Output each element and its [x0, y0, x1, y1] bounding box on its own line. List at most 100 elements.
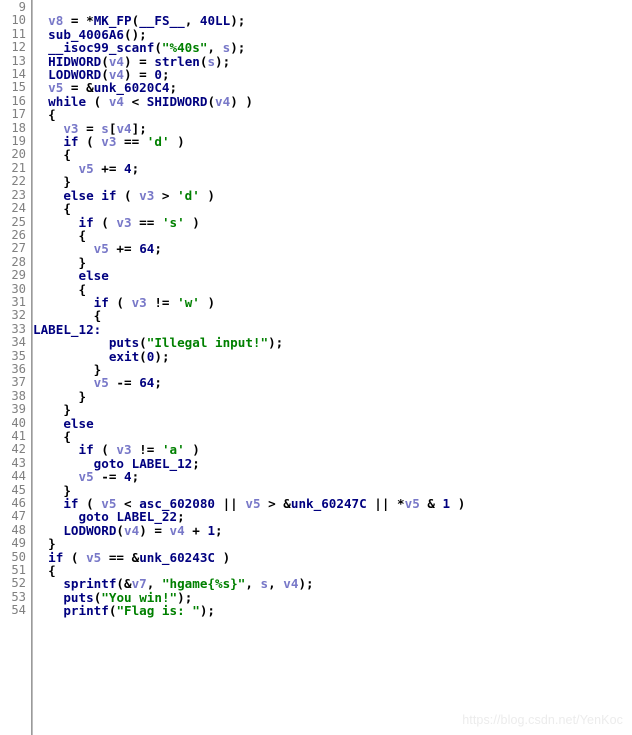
token-punc: ,	[268, 576, 284, 592]
token-var: v5	[245, 496, 261, 512]
line-number: 32	[11, 308, 26, 323]
code-line[interactable]: 51 {	[0, 563, 632, 577]
code-line[interactable]: 23 else if ( v3 > 'd' )	[0, 187, 632, 203]
line-number: 16	[11, 93, 26, 108]
code-line-text: v3 = s[v4];	[33, 121, 146, 135]
token-punc: );	[268, 335, 284, 351]
code-line[interactable]: 44 v5 -= 4;	[0, 469, 632, 485]
code-line[interactable]: 46 if ( v5 < asc_602080 || v5 > &unk_602…	[0, 496, 632, 510]
code-line-text: if ( v3 != 'w' )	[33, 296, 215, 309]
token-var: s	[207, 53, 216, 69]
line-number: 38	[11, 388, 26, 403]
code-line[interactable]: 35 exit(0);	[0, 349, 632, 363]
token-punc: (	[116, 522, 125, 538]
token-punc: &	[419, 496, 443, 512]
token-var: v4	[215, 93, 231, 109]
code-line-text: }	[33, 483, 71, 497]
code-line[interactable]: 52 sprintf(&v7, "hgame{%s}", s, v4);	[0, 576, 632, 592]
code-line[interactable]: 15 v5 = &unk_6020C4;	[0, 80, 632, 95]
code-line-text: if ( v5 < asc_602080 || v5 > &unk_60247C…	[33, 497, 465, 510]
code-line-text: }	[33, 390, 86, 403]
code-line-text: sub_4006A6();	[33, 28, 147, 41]
code-line[interactable]: 17 {	[0, 107, 632, 121]
code-line[interactable]: 45 }	[0, 483, 632, 497]
token-punc: )	[199, 294, 216, 310]
code-line[interactable]: 33 LABEL_12:	[0, 322, 632, 336]
code-line[interactable]: 20 {	[0, 148, 632, 162]
code-line[interactable]: 22 }	[0, 174, 632, 188]
token-punc: ;	[131, 469, 140, 485]
code-line[interactable]: 16 while ( v4 < SHIDWORD(v4) )	[0, 93, 632, 109]
code-line[interactable]: 32 {	[0, 308, 632, 323]
code-line[interactable]: 12 __isoc99_scanf("%40s", s);	[0, 40, 632, 55]
token-var: v3	[116, 214, 132, 230]
token-punc: ;	[154, 241, 162, 257]
token-punc: );	[199, 603, 216, 619]
code-line-text: {	[33, 229, 86, 242]
code-line-text: else	[33, 269, 109, 282]
token-fn: printf	[63, 603, 109, 619]
line-number: 13	[11, 53, 26, 68]
code-line[interactable]: 48 LODWORD(v4) = v4 + 1;	[0, 522, 632, 538]
token-punc: == &	[101, 549, 140, 565]
code-line[interactable]: 53 puts("You win!");	[0, 590, 632, 604]
code-line[interactable]: 49 }	[0, 536, 632, 550]
line-number: 15	[11, 80, 26, 95]
code-line[interactable]: 9	[0, 0, 632, 14]
pseudocode-view[interactable]: 9 10 v8 = *MK_FP(__FS__, 40LL); 11 sub_400…	[0, 0, 632, 735]
line-number: 18	[11, 120, 26, 135]
line-number: 44	[11, 469, 26, 484]
code-line-list[interactable]: 9 10 v8 = *MK_FP(__FS__, 40LL); 11 sub_400…	[0, 0, 632, 619]
watermark-text: https://blog.csdn.net/YenKoc	[462, 713, 623, 727]
code-line[interactable]: 37 v5 -= 64;	[0, 375, 632, 390]
code-line[interactable]: 38 }	[0, 388, 632, 403]
code-line[interactable]: 14 LODWORD(v4) = 0;	[0, 67, 632, 81]
line-number: 36	[11, 361, 26, 376]
token-var: s	[260, 576, 269, 592]
code-line[interactable]: 40 else	[0, 416, 632, 430]
code-line[interactable]: 43 goto LABEL_12;	[0, 456, 632, 470]
line-number: 37	[11, 375, 26, 390]
code-line-text: LODWORD(v4) = 0;	[33, 68, 169, 81]
code-line[interactable]: 30 {	[0, 282, 632, 296]
code-line[interactable]: 13 HIDWORD(v4) = strlen(s);	[0, 53, 632, 69]
code-line-text: v5 -= 64;	[33, 376, 162, 389]
line-number: 34	[11, 335, 26, 350]
code-line[interactable]: 50 if ( v5 == &unk_60243C )	[0, 549, 632, 565]
code-line-text: if ( v5 == &unk_60243C )	[33, 549, 230, 565]
code-line[interactable]: 39 }	[0, 402, 632, 416]
code-line[interactable]: 47 goto LABEL_22;	[0, 510, 632, 524]
code-line[interactable]: 26 {	[0, 227, 632, 242]
token-punc: )	[199, 187, 216, 203]
code-line-text: }	[33, 537, 56, 550]
code-line[interactable]: 19 if ( v3 == 'd' )	[0, 134, 632, 148]
token-var: v5	[78, 160, 94, 176]
code-line[interactable]: 25 if ( v3 == 's' )	[0, 214, 632, 230]
code-line[interactable]: 28 }	[0, 255, 632, 269]
code-line-text: LABEL_12:	[33, 323, 101, 336]
code-line[interactable]: 36 }	[0, 361, 632, 376]
code-line[interactable]: 42 if ( v3 != 'a' )	[0, 442, 632, 456]
code-line[interactable]: 34 puts("Illegal input!");	[0, 335, 632, 351]
code-line-text: {	[33, 430, 71, 443]
code-line[interactable]: 10 v8 = *MK_FP(__FS__, 40LL);	[0, 13, 632, 27]
token-punc: !=	[146, 294, 178, 310]
code-line-text: goto LABEL_22;	[33, 510, 185, 523]
code-line[interactable]: 29 else	[0, 268, 632, 282]
code-line[interactable]: 31 if ( v3 != 'w' )	[0, 295, 632, 309]
line-number: 26	[11, 227, 26, 242]
code-line[interactable]: 24 {	[0, 201, 632, 215]
line-number: 12	[11, 40, 26, 55]
code-line[interactable]: 11 sub_4006A6();	[0, 27, 632, 41]
code-line-text: sprintf(&v7, "hgame{%s}", s, v4);	[33, 576, 313, 592]
line-number: 50	[11, 549, 26, 564]
token-punc: <	[124, 93, 147, 109]
code-line[interactable]: 21 v5 += 4;	[0, 160, 632, 176]
token-punc: ;	[154, 375, 162, 391]
code-line[interactable]: 27 v5 += 64;	[0, 241, 632, 257]
code-line[interactable]: 54 printf("Flag is: ");	[0, 603, 632, 619]
code-line[interactable]: 18 v3 = s[v4];	[0, 120, 632, 135]
token-kw: else if	[63, 187, 117, 203]
code-line[interactable]: 41 {	[0, 429, 632, 443]
token-punc: (	[207, 93, 216, 109]
